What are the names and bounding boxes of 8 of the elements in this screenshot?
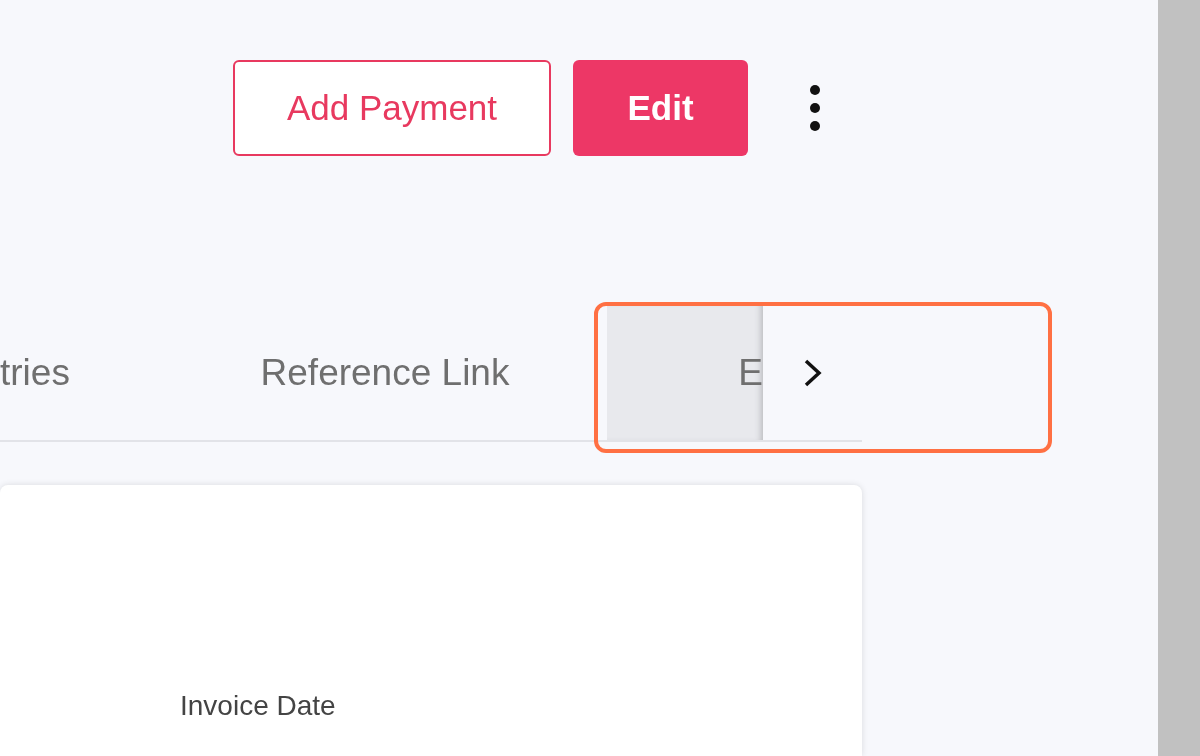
- edit-button[interactable]: Edit: [573, 59, 748, 156]
- tab[interactable]: Reference Link: [220, 305, 550, 440]
- tab[interactable]: tries: [0, 305, 220, 440]
- scrollbar[interactable]: [1158, 0, 1200, 756]
- add-payment-button[interactable]: Add Payment: [233, 59, 551, 156]
- tab[interactable]: E: [607, 305, 763, 440]
- field-label: Invoice Date: [180, 690, 336, 721]
- more-options-icon[interactable]: [808, 83, 822, 132]
